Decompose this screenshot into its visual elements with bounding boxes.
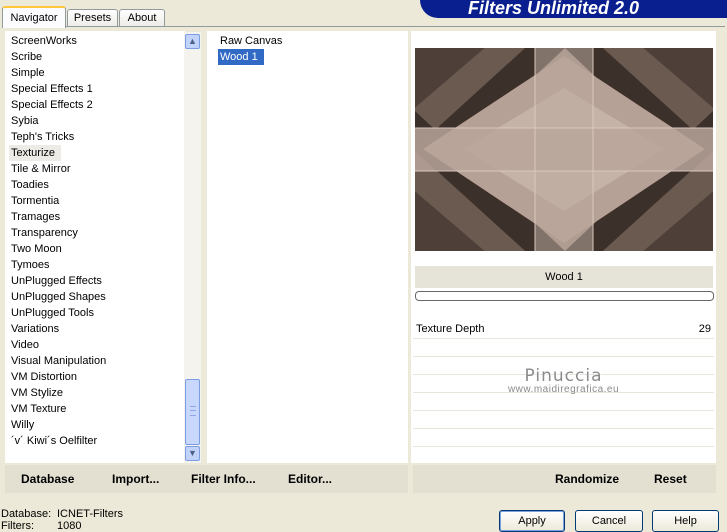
status-database-label: Database: [1,508,52,520]
tab-presets[interactable]: Presets [67,9,118,27]
progress-bar [415,291,714,301]
category-item-label: Tramages [11,211,61,223]
tab-divider [2,26,725,27]
arrow-down-icon: ▼ [188,448,197,458]
status-filters-label: Filters: [1,520,34,532]
category-item[interactable]: Scribe [9,49,106,65]
category-item[interactable]: VM Texture [9,401,106,417]
category-item[interactable]: UnPlugged Shapes [9,289,106,305]
param-row-texture-depth[interactable]: Texture Depth 29 [413,322,714,339]
category-item[interactable]: Sybia [9,113,106,129]
category-item-label: Tymoes [11,259,50,271]
param-row-empty [413,412,714,429]
category-item-label: VM Stylize [11,387,63,399]
category-item[interactable]: Tramages [9,209,106,225]
category-item[interactable]: ScreenWorks [9,33,106,49]
param-label: Texture Depth [416,323,485,335]
database-button[interactable]: Database [21,472,74,486]
status-filters: Filters: 1080 [1,520,81,532]
category-item[interactable]: VM Distortion [9,369,106,385]
category-item[interactable]: Two Moon [9,241,106,257]
filter-item[interactable]: Wood 1 [217,48,282,66]
randomize-button[interactable]: Randomize [555,472,619,486]
category-item-label: Tormentia [11,195,60,207]
filter-item-label: Raw Canvas [220,35,283,47]
category-item-label: UnPlugged Shapes [11,291,106,303]
tab-navigator[interactable]: Navigator [2,6,66,28]
category-item-label: ScreenWorks [11,35,77,47]
category-item-label: VM Distortion [11,371,78,383]
import-button[interactable]: Import... [112,472,159,486]
category-item-label: Willy [11,419,35,431]
category-item[interactable]: UnPlugged Effects [9,273,106,289]
category-item-label: UnPlugged Tools [11,307,94,319]
category-item[interactable]: Tile & Mirror [9,161,106,177]
category-item[interactable]: Teph's Tricks [9,129,106,145]
filter-item[interactable]: Raw Canvas [218,33,282,49]
param-row-empty [413,340,714,357]
cancel-button[interactable]: Cancel [575,510,643,532]
category-item[interactable]: Video [9,337,106,353]
category-item[interactable]: Tymoes [9,257,106,273]
category-item[interactable]: Transparency [9,225,106,241]
category-item-label: Visual Manipulation [11,355,107,367]
category-list[interactable]: ScreenWorks Scribe Simple Special Effects 1… [5,31,185,463]
category-item-label: Transparency [11,227,78,239]
filter-list[interactable]: Raw Canvas Wood 1 [207,31,408,463]
category-item[interactable]: Texturize [9,145,106,161]
preview-filter-name: Wood 1 [415,266,713,288]
category-item-label: Texturize [9,145,62,161]
param-value: 29 [698,323,711,335]
arrow-up-icon: ▲ [188,36,197,46]
filter-info-button[interactable]: Filter Info... [191,472,256,486]
scroll-up-button[interactable]: ▲ [185,34,200,49]
status-database-value: ICNET-Filters [57,508,123,520]
preview-image [415,48,713,251]
category-item[interactable]: Visual Manipulation [9,353,106,369]
category-item[interactable]: Toadies [9,177,106,193]
category-scrollbar[interactable]: ▲ ▼ [184,32,201,463]
watermark-name: Pinuccia [524,366,603,386]
category-item-label: Simple [11,67,45,79]
category-item-label: Sybia [11,115,39,127]
category-item[interactable]: UnPlugged Tools [9,305,106,321]
status-database: Database: ICNET-Filters [1,508,123,520]
category-item-label: Special Effects 1 [11,83,93,95]
editor-button[interactable]: Editor... [288,472,332,486]
status-filters-value: 1080 [57,520,82,532]
reset-button[interactable]: Reset [654,472,687,486]
category-item[interactable]: ´v´ Kiwi´s Oelfilter [9,433,106,449]
category-item-label: Tile & Mirror [11,163,71,175]
category-item[interactable]: Special Effects 2 [9,97,106,113]
category-item[interactable]: Simple [9,65,106,81]
category-item[interactable]: VM Stylize [9,385,106,401]
category-item-label: Toadies [11,179,49,191]
filter-item-label: Wood 1 [217,48,265,66]
category-item-label: ´v´ Kiwi´s Oelfilter [11,435,98,447]
scroll-thumb[interactable] [185,379,200,445]
watermark-url: www.maidiregrafica.eu [507,384,620,395]
help-button[interactable]: Help [652,510,719,532]
app-title-banner: Filters Unlimited 2.0 [420,0,727,18]
category-item-label: Video [11,339,39,351]
grip-icon [190,406,196,416]
tab-about[interactable]: About [119,9,165,27]
category-item[interactable]: Tormentia [9,193,106,209]
param-row-empty [413,430,714,447]
category-item-label: VM Texture [11,403,67,415]
category-item-label: Teph's Tricks [11,131,75,143]
watermark: Pinuccia www.maidiregrafica.eu [413,366,714,395]
category-item[interactable]: Variations [9,321,106,337]
category-item-label: Two Moon [11,243,62,255]
param-row-empty [413,394,714,411]
category-item-label: Variations [11,323,60,335]
category-item-label: Special Effects 2 [11,99,93,111]
scroll-down-button[interactable]: ▼ [185,446,200,461]
apply-button[interactable]: Apply [499,510,565,532]
category-item[interactable]: Willy [9,417,106,433]
category-item-label: Scribe [11,51,43,63]
category-item-label: UnPlugged Effects [11,275,102,287]
category-item[interactable]: Special Effects 1 [9,81,106,97]
